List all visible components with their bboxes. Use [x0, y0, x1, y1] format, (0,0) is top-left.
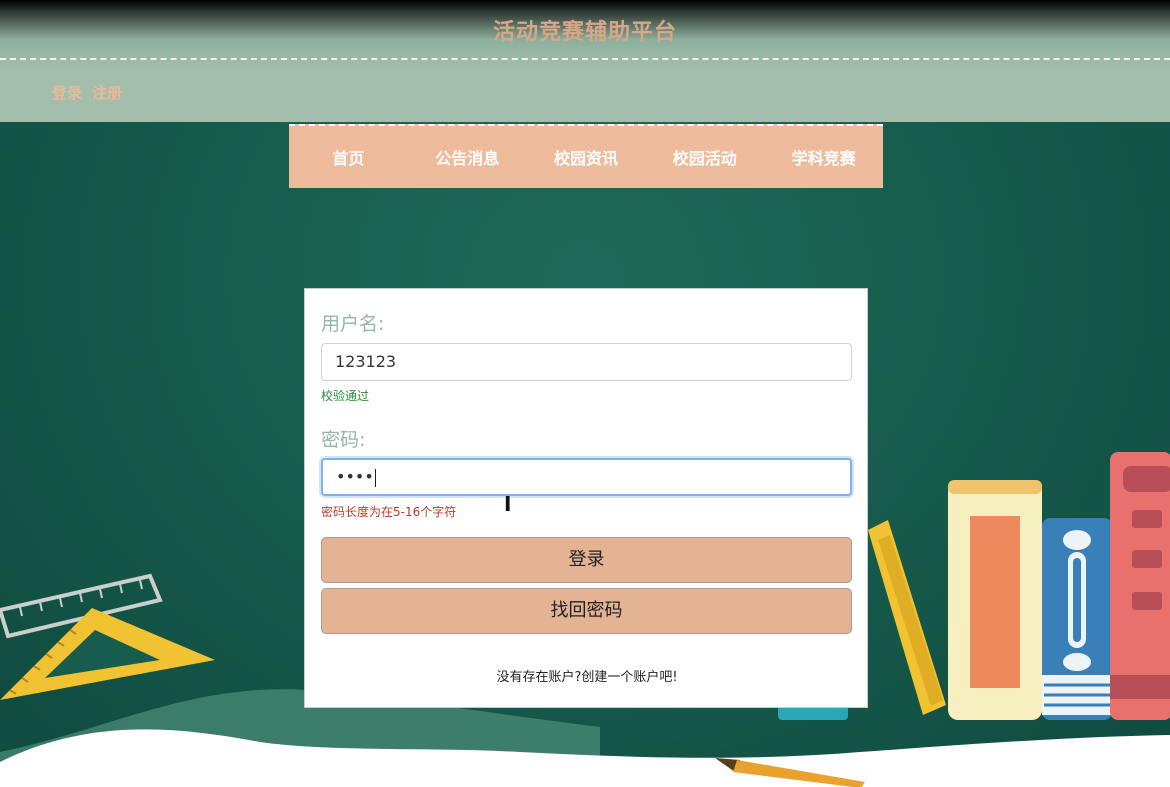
main-nav: 首页 公告消息 校园资讯 校园活动 学科竞赛 [289, 124, 883, 188]
password-label: 密码: [321, 429, 366, 451]
text-cursor-icon: I [504, 492, 512, 516]
password-input[interactable]: •••• [321, 458, 852, 496]
password-value: •••• [336, 467, 374, 486]
text-caret [374, 468, 376, 487]
recover-password-button[interactable]: 找回密码 [321, 588, 852, 634]
site-title: 活动竞赛辅助平台 [492, 20, 677, 45]
triangle-ruler-decoration [0, 608, 215, 700]
auth-links: 登录 注册 [52, 82, 132, 103]
nav-item-competitions[interactable]: 学科竞赛 [764, 145, 883, 169]
login-link[interactable]: 登录 [52, 84, 82, 102]
top-header: 活动竞赛辅助平台 登录 注册 [0, 0, 1170, 122]
nav-item-announcements[interactable]: 公告消息 [408, 145, 527, 169]
nav-item-campus-activities[interactable]: 校园活动 [645, 145, 764, 169]
watermark: CSDN @vx2_CXKF10088 [920, 755, 1166, 779]
pencil-decoration [715, 758, 865, 787]
username-value: 123123 [335, 352, 397, 371]
nav-item-campus-news[interactable]: 校园资讯 [527, 145, 646, 169]
username-label: 用户名: [321, 313, 385, 335]
password-error-message: 密码长度为在5-16个字符 [321, 505, 457, 519]
header-divider [0, 58, 1170, 60]
username-input[interactable]: 123123 [321, 343, 852, 381]
nav-item-home[interactable]: 首页 [289, 145, 408, 169]
login-card: 用户名: 123123 校验通过 密码: •••• 密码长度为在5-16个字符 … [304, 288, 868, 708]
register-link[interactable]: 注册 [92, 84, 122, 102]
username-valid-message: 校验通过 [321, 389, 370, 403]
create-account-link[interactable]: 没有存在账户?创建一个账户吧! [305, 666, 869, 685]
login-button[interactable]: 登录 [321, 537, 852, 583]
